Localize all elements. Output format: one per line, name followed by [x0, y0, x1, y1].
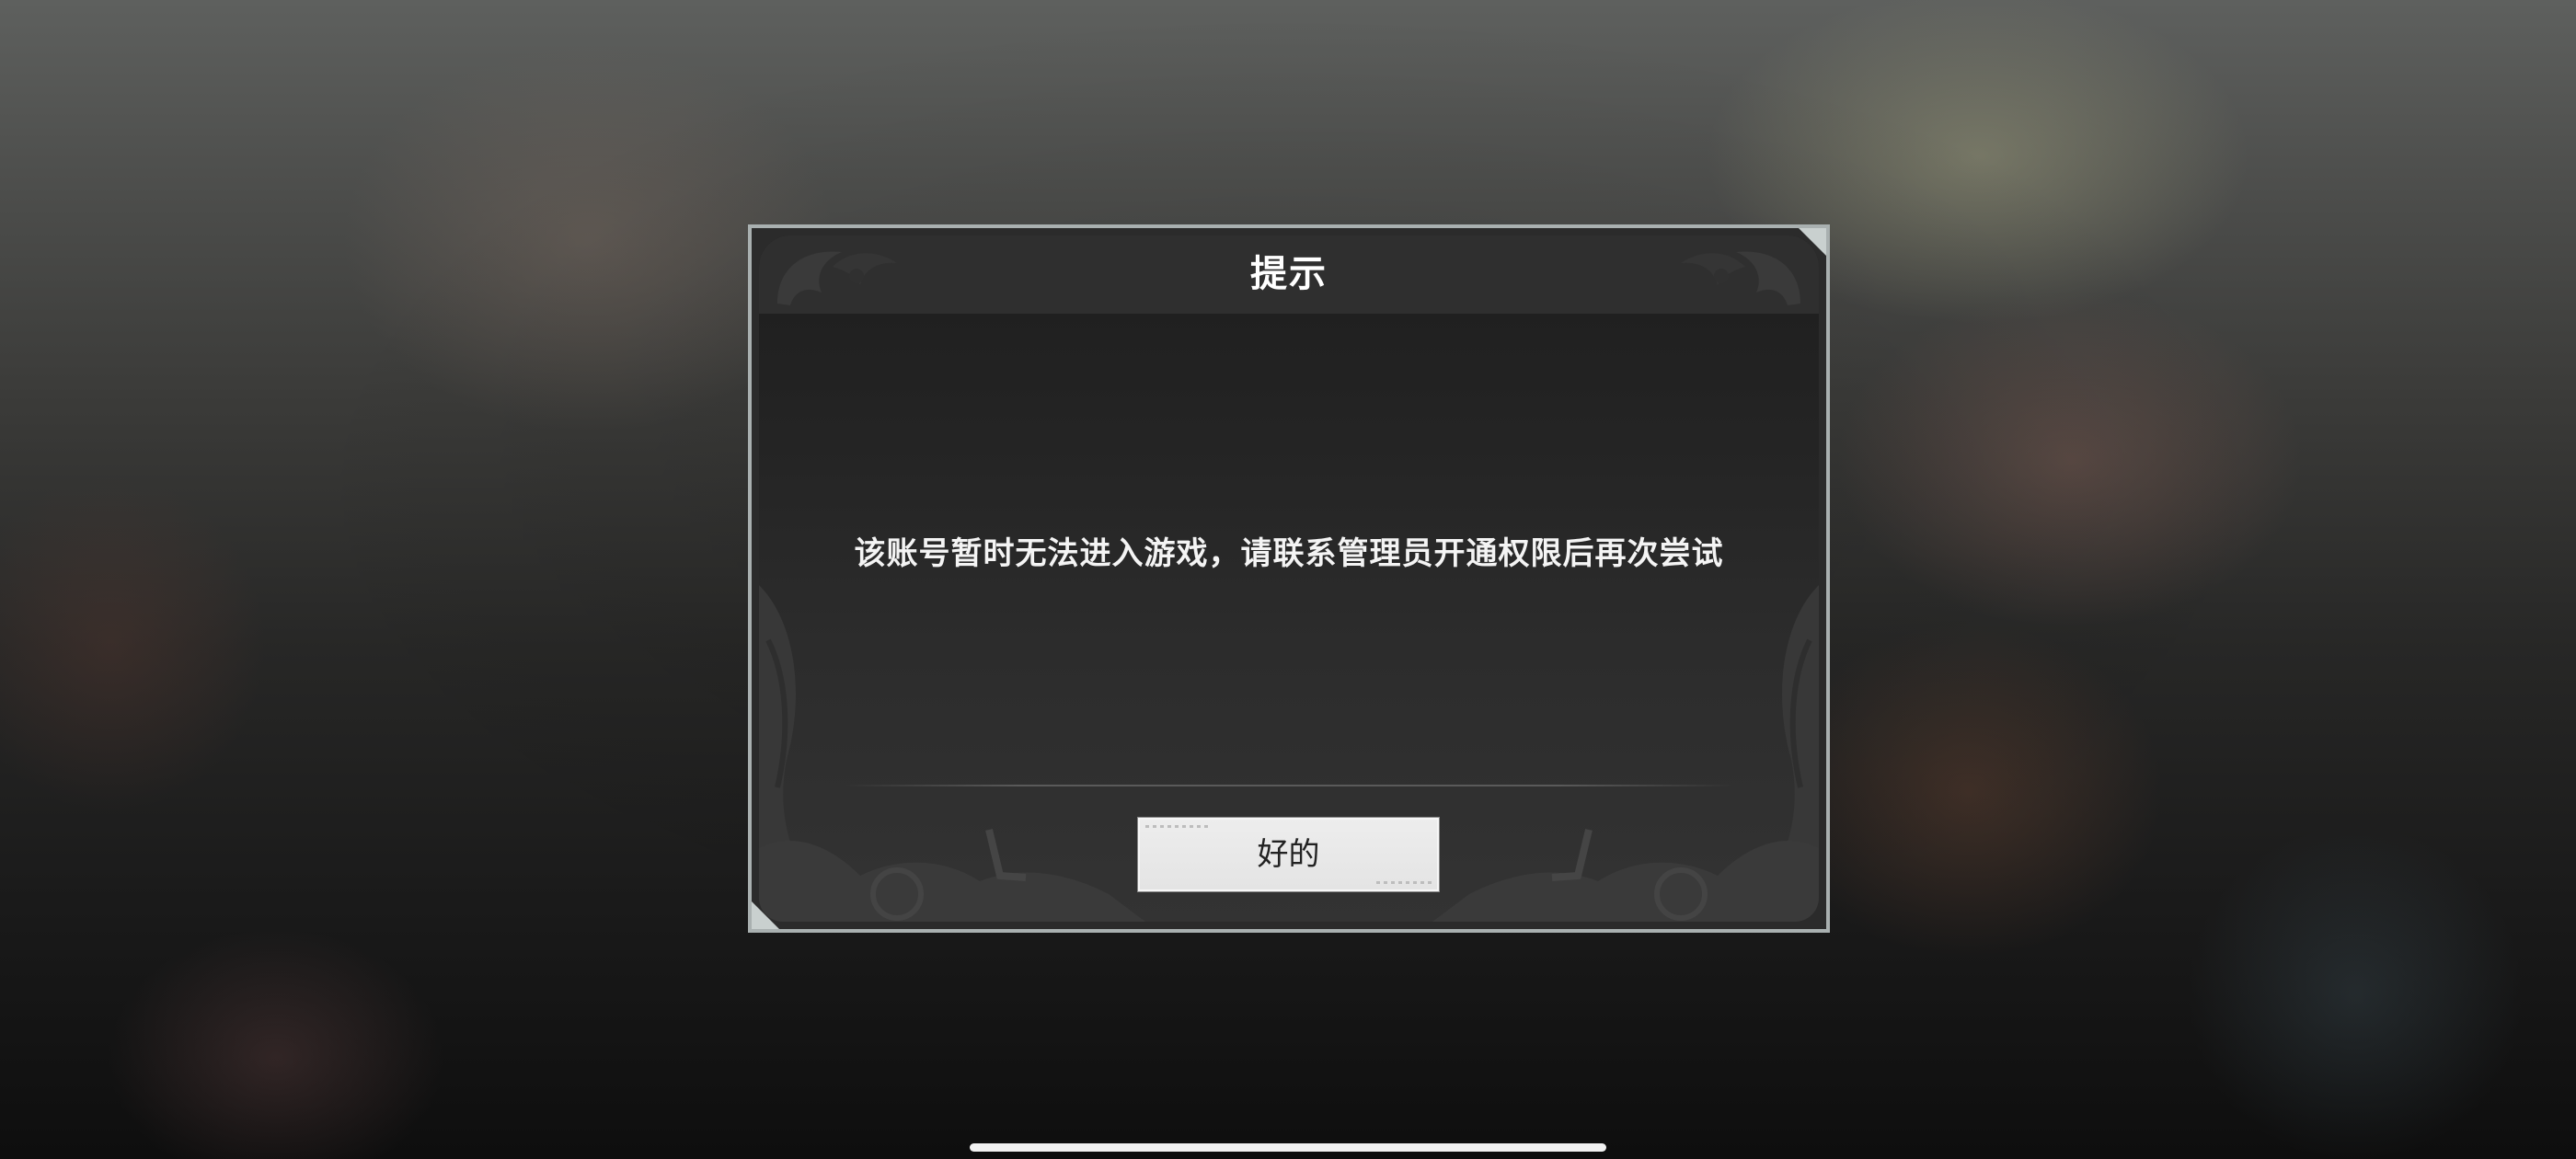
dialog-title: 提示 — [1250, 253, 1328, 295]
dialog-divider — [842, 785, 1736, 786]
ornament-icon — [1432, 829, 1819, 922]
dialog-message: 该账号暂时无法进入游戏，请联系管理员开通权限后再次尝试 — [854, 535, 1724, 572]
confirm-button-label: 好的 — [1257, 836, 1320, 873]
button-decoration — [1376, 881, 1432, 884]
ornament-icon — [759, 829, 1145, 922]
home-indicator[interactable] — [970, 1143, 1606, 1152]
button-decoration — [1145, 825, 1210, 828]
confirm-button[interactable]: 好的 — [1138, 818, 1439, 891]
blurred-game-background: 提示 该账号暂时无法进入游戏，请联系管理员开通权限后再次尝试 好的 — [0, 0, 2576, 1159]
